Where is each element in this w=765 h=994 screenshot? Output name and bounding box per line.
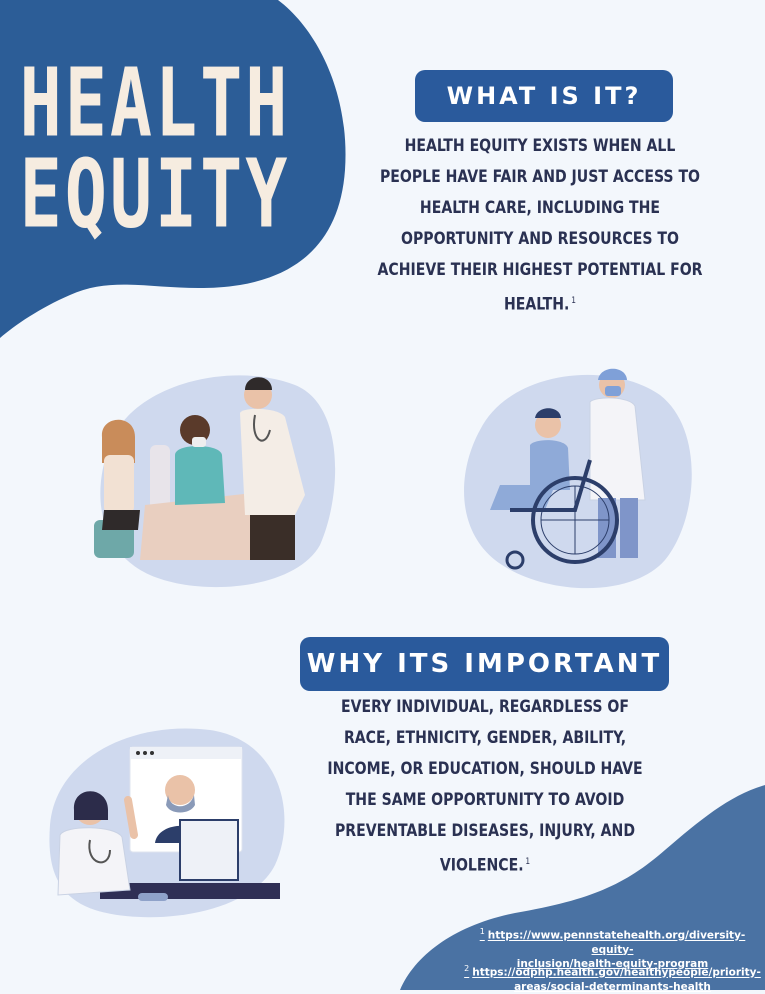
reference-2[interactable]: 2 https://odphp.health.gov/healthypeople/… [460,962,765,994]
title-line-equity: EQUITY [19,138,291,250]
footnote-mark: 1 [571,296,576,306]
hospital-bed-patient-doctor-illustration [94,375,336,588]
wheelchair-patient-nurse-illustration [464,368,692,589]
what-is-it-text: HEALTH EQUITY EXISTS WHEN ALL PEOPLE HAV… [377,136,703,315]
what-is-it-heading: WHAT IS IT? [415,70,673,122]
why-its-important-heading: WHY ITS IMPORTANT [300,637,669,691]
telehealth-video-call-illustration [49,728,285,918]
